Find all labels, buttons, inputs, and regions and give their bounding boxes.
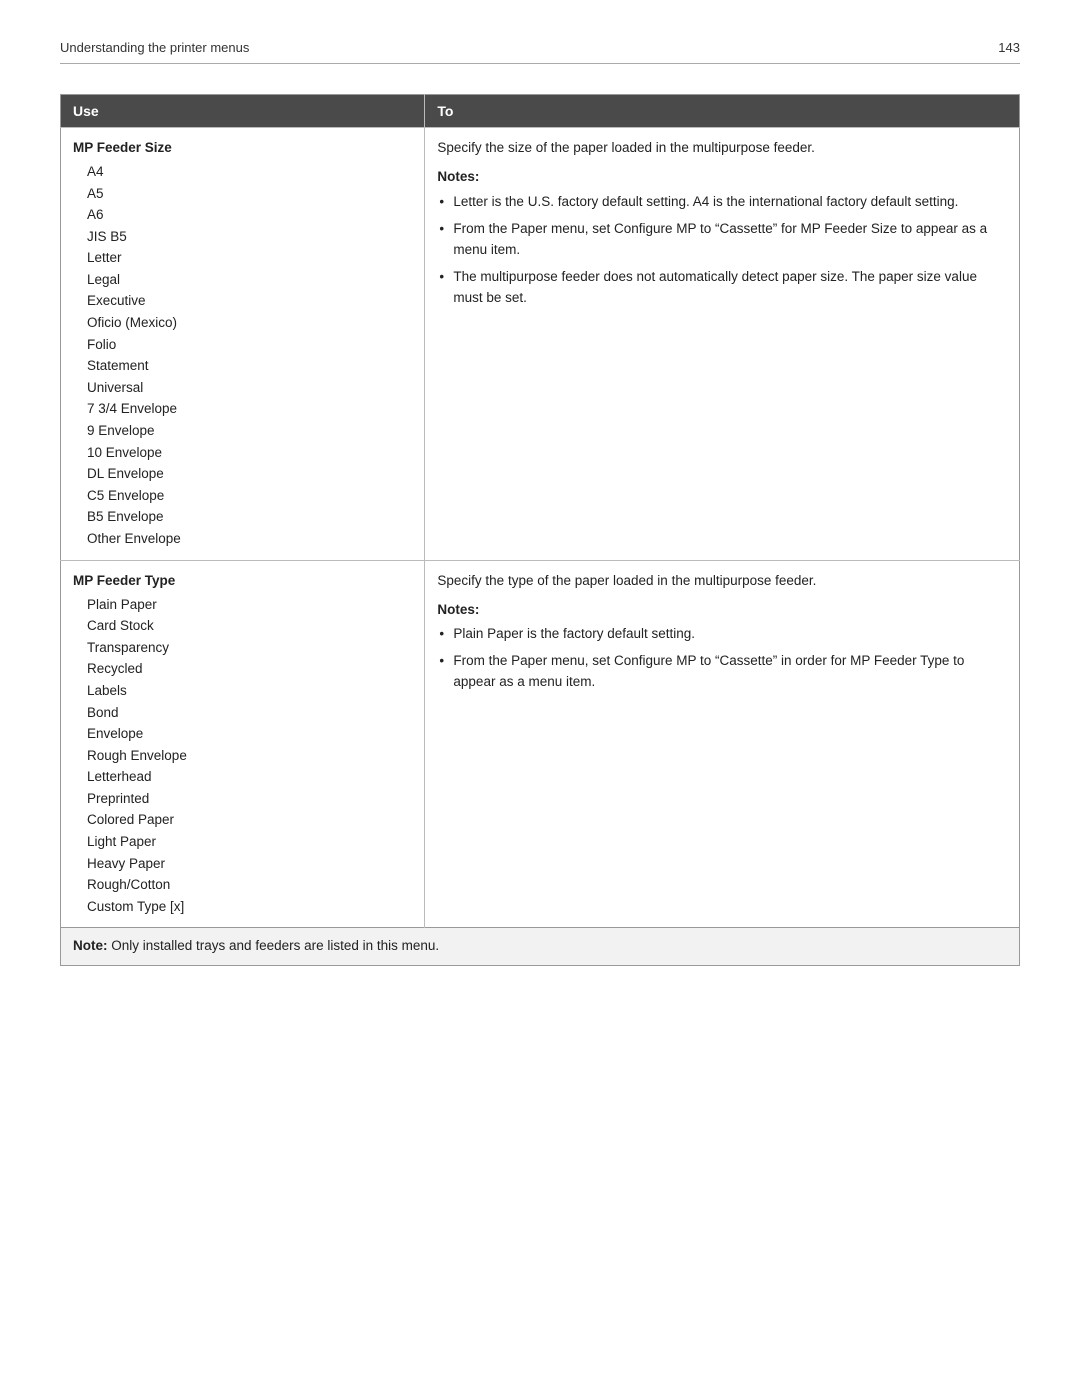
- list-item: A4: [87, 161, 412, 183]
- list-item: 7 3/4 Envelope: [87, 398, 412, 420]
- footer-note: Note: Only installed trays and feeders a…: [61, 928, 1020, 966]
- list-item: 10 Envelope: [87, 442, 412, 464]
- table-row: MP Feeder TypePlain PaperCard StockTrans…: [61, 560, 1020, 928]
- to-cell: Specify the type of the paper loaded in …: [425, 560, 1020, 928]
- list-item: DL Envelope: [87, 463, 412, 485]
- list-item: Custom Type [x]: [87, 896, 412, 918]
- list-item: Executive: [87, 290, 412, 312]
- use-heading: MP Feeder Size: [73, 138, 412, 159]
- footer-note-bold: Note:: [73, 938, 108, 953]
- list-item: Folio: [87, 334, 412, 356]
- list-item: Heavy Paper: [87, 853, 412, 875]
- bullet-item: The multipurpose feeder does not automat…: [437, 267, 1007, 309]
- bullet-item: Plain Paper is the factory default setti…: [437, 624, 1007, 645]
- list-item: C5 Envelope: [87, 485, 412, 507]
- notes-label: Notes:: [437, 167, 1007, 188]
- table-row: MP Feeder SizeA4A5A6JIS B5LetterLegalExe…: [61, 128, 1020, 561]
- main-table: Use To MP Feeder SizeA4A5A6JIS B5LetterL…: [60, 94, 1020, 966]
- list-item: Letterhead: [87, 766, 412, 788]
- list-item: Rough Envelope: [87, 745, 412, 767]
- col-use-header: Use: [61, 95, 425, 128]
- col-to-header: To: [425, 95, 1020, 128]
- list-item: Oficio (Mexico): [87, 312, 412, 334]
- use-cell: MP Feeder TypePlain PaperCard StockTrans…: [61, 560, 425, 928]
- list-item: Recycled: [87, 658, 412, 680]
- list-item: Labels: [87, 680, 412, 702]
- to-text: Specify the type of the paper loaded in …: [437, 571, 1007, 592]
- bullet-item: From the Paper menu, set Configure MP to…: [437, 219, 1007, 261]
- page-header-title: Understanding the printer menus: [60, 40, 249, 55]
- list-item: B5 Envelope: [87, 506, 412, 528]
- list-item: Light Paper: [87, 831, 412, 853]
- to-cell: Specify the size of the paper loaded in …: [425, 128, 1020, 561]
- list-item: JIS B5: [87, 226, 412, 248]
- footer-row: Note: Only installed trays and feeders a…: [61, 928, 1020, 966]
- bullet-item: Letter is the U.S. factory default setti…: [437, 192, 1007, 213]
- to-text: Specify the size of the paper loaded in …: [437, 138, 1007, 159]
- bullet-item: From the Paper menu, set Configure MP to…: [437, 651, 1007, 693]
- page-number: 143: [998, 40, 1020, 55]
- list-item: Other Envelope: [87, 528, 412, 550]
- use-cell: MP Feeder SizeA4A5A6JIS B5LetterLegalExe…: [61, 128, 425, 561]
- list-item: Universal: [87, 377, 412, 399]
- list-item: Letter: [87, 247, 412, 269]
- list-item: 9 Envelope: [87, 420, 412, 442]
- list-item: Bond: [87, 702, 412, 724]
- list-item: A6: [87, 204, 412, 226]
- list-item: Transparency: [87, 637, 412, 659]
- list-item: Preprinted: [87, 788, 412, 810]
- notes-label: Notes:: [437, 600, 1007, 621]
- list-item: A5: [87, 183, 412, 205]
- list-item: Legal: [87, 269, 412, 291]
- list-item: Colored Paper: [87, 809, 412, 831]
- page-header: Understanding the printer menus 143: [60, 40, 1020, 64]
- list-item: Plain Paper: [87, 594, 412, 616]
- list-item: Statement: [87, 355, 412, 377]
- list-item: Card Stock: [87, 615, 412, 637]
- list-item: Envelope: [87, 723, 412, 745]
- list-item: Rough/Cotton: [87, 874, 412, 896]
- use-heading: MP Feeder Type: [73, 571, 412, 592]
